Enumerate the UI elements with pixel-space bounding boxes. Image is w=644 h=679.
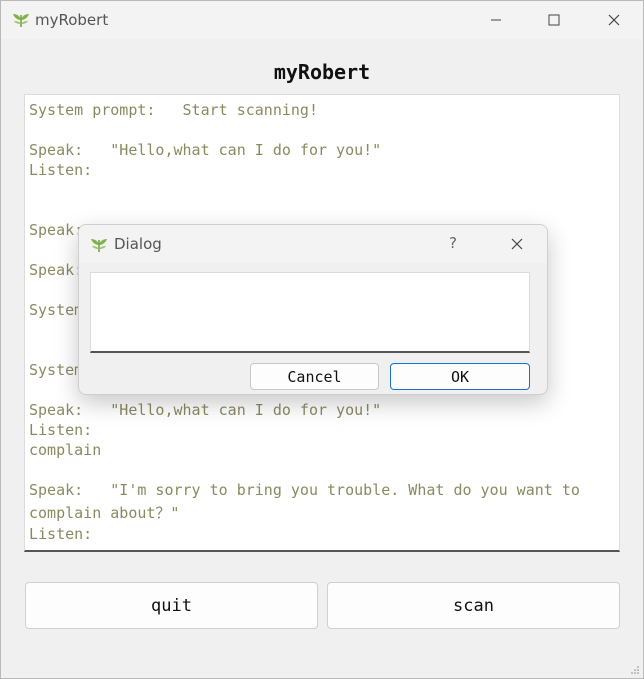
app-heading: myRobert [273,60,371,84]
help-button[interactable]: ? [449,234,457,252]
log-line: System [29,361,84,379]
close-button[interactable] [585,1,643,39]
maximize-icon [548,14,560,26]
input-dialog: Dialog ? Cancel OK [78,224,548,395]
log-line: Speak: [29,261,84,279]
log-line: System prompt: Start scanning! [29,101,318,119]
dialog-title-bar[interactable]: Dialog ? [79,225,547,263]
log-line: System [29,301,84,319]
log-line: Listen: [29,421,93,439]
leaf-app-icon [13,14,29,27]
quit-button[interactable]: quit [25,582,318,629]
log-line: Speak: "Hello,what can I do for you!" [29,141,382,159]
close-icon [608,14,620,26]
scan-button[interactable]: scan [327,582,620,629]
cancel-button[interactable]: Cancel [250,363,379,390]
resize-grip-icon[interactable] [631,666,639,674]
minimize-icon [491,19,501,21]
ok-button[interactable]: OK [390,363,530,390]
log-line: Listen: [29,525,93,543]
leaf-app-icon [91,239,107,252]
close-icon [511,238,523,250]
log-line: complain [29,441,102,459]
dialog-title: Dialog [114,235,162,253]
log-line: Speak: "Hello,what can I do for you!" [29,401,382,419]
minimize-button[interactable] [467,1,525,39]
maximize-button[interactable] [525,1,583,39]
dialog-text-input[interactable] [90,272,530,353]
window-title: myRobert [35,11,109,29]
dialog-close-button[interactable] [501,231,533,257]
log-line: Speak: "I'm sorry to bring you trouble. … [29,481,580,499]
log-line: Listen: [29,161,93,179]
log-line: complain about？" [29,504,180,522]
title-bar[interactable]: myRobert [1,1,643,39]
